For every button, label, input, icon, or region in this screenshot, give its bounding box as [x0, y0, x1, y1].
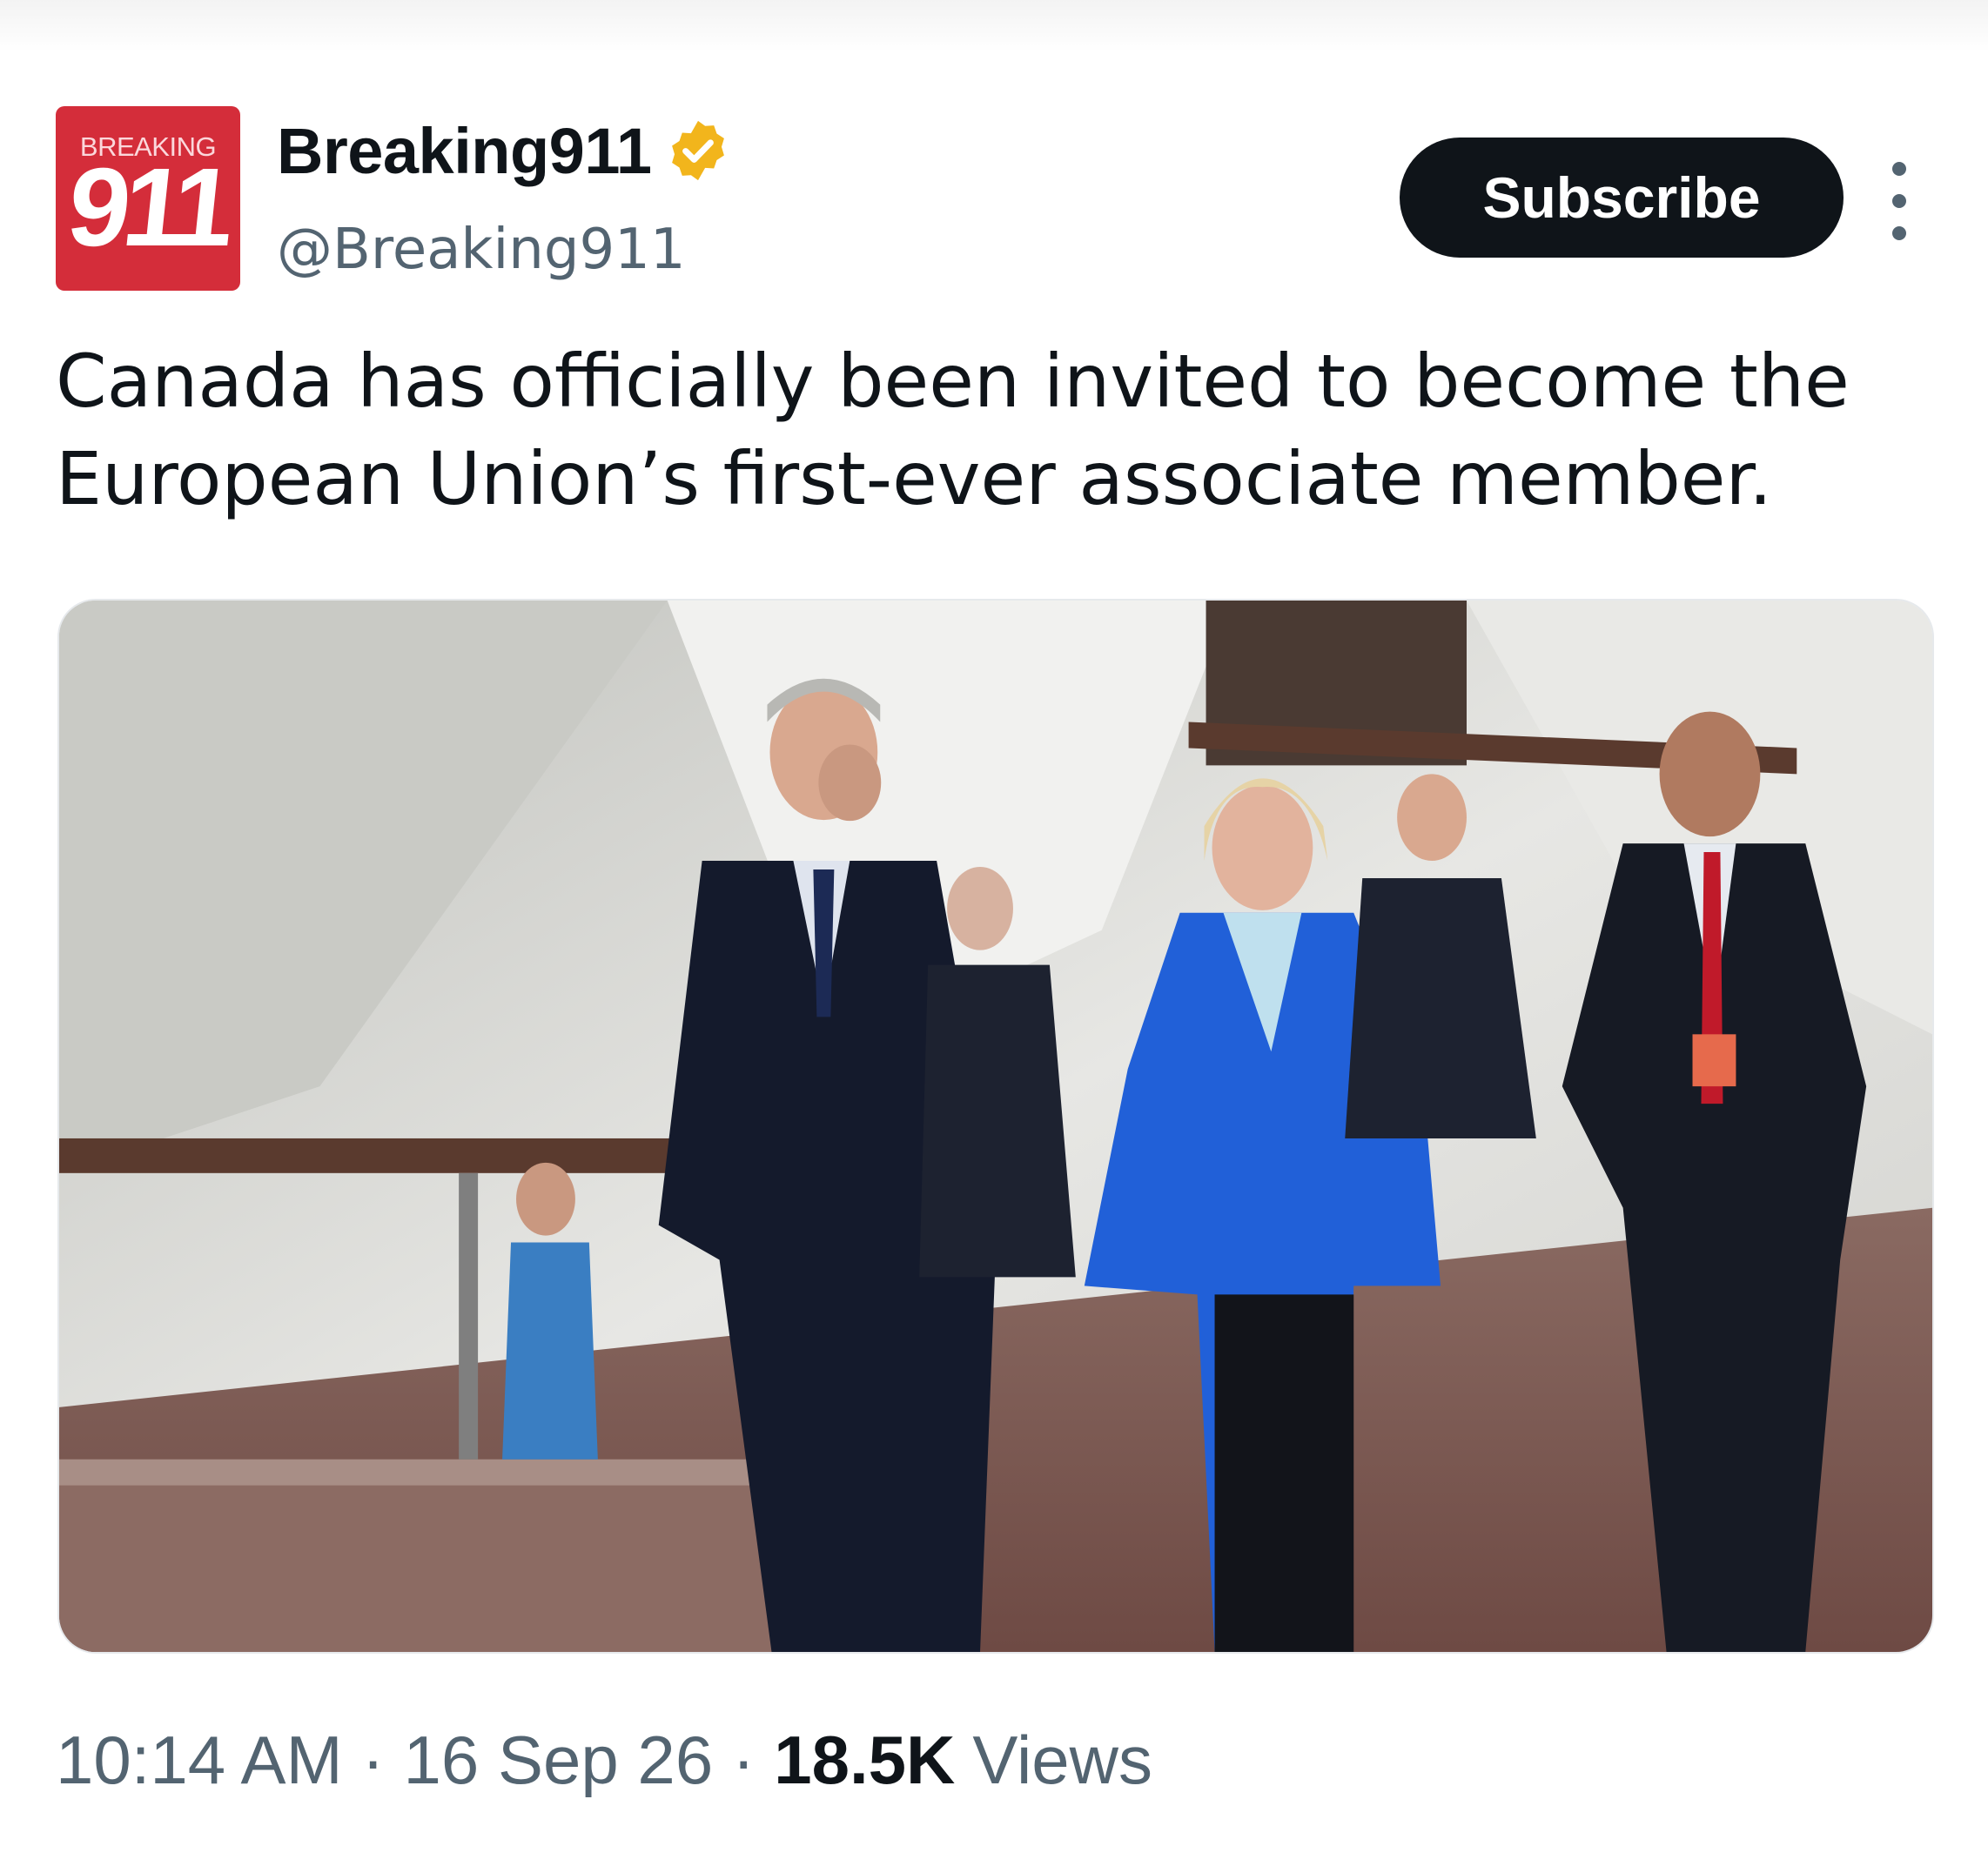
post-time[interactable]: 10:14 AM	[56, 1721, 343, 1800]
avatar-logo-big-text: 911	[62, 145, 234, 270]
views-label: Views	[972, 1721, 1152, 1798]
author-name[interactable]: Breaking911	[277, 114, 652, 188]
subscribe-button[interactable]: Subscribe	[1400, 138, 1844, 258]
more-dot	[1892, 226, 1906, 240]
author-handle[interactable]: @Breaking911	[277, 218, 686, 282]
meta-separator: ·	[361, 1721, 385, 1798]
verified-badge-icon	[671, 120, 724, 181]
author-name-row: Breaking911	[277, 111, 732, 190]
meta-separator: ·	[732, 1721, 756, 1798]
avatar[interactable]: BREAKING 911	[56, 106, 240, 291]
tweet-card: BREAKING 911 Breaking911 @Breaking911 Su…	[0, 0, 1988, 1873]
post-date[interactable]: 16 Sep 26	[404, 1721, 714, 1800]
more-dot	[1892, 194, 1906, 208]
views-count: 18.5K	[774, 1721, 956, 1798]
more-vertical-icon[interactable]	[1882, 162, 1917, 240]
post-photo[interactable]	[57, 599, 1934, 1654]
photo-illustration	[59, 601, 1932, 1652]
more-dot	[1892, 162, 1906, 176]
post-meta: 10:14 AM · 16 Sep 26 · 18.5K Views	[56, 1716, 1152, 1803]
post-text: Canada has officially been invited to be…	[56, 339, 1850, 521]
